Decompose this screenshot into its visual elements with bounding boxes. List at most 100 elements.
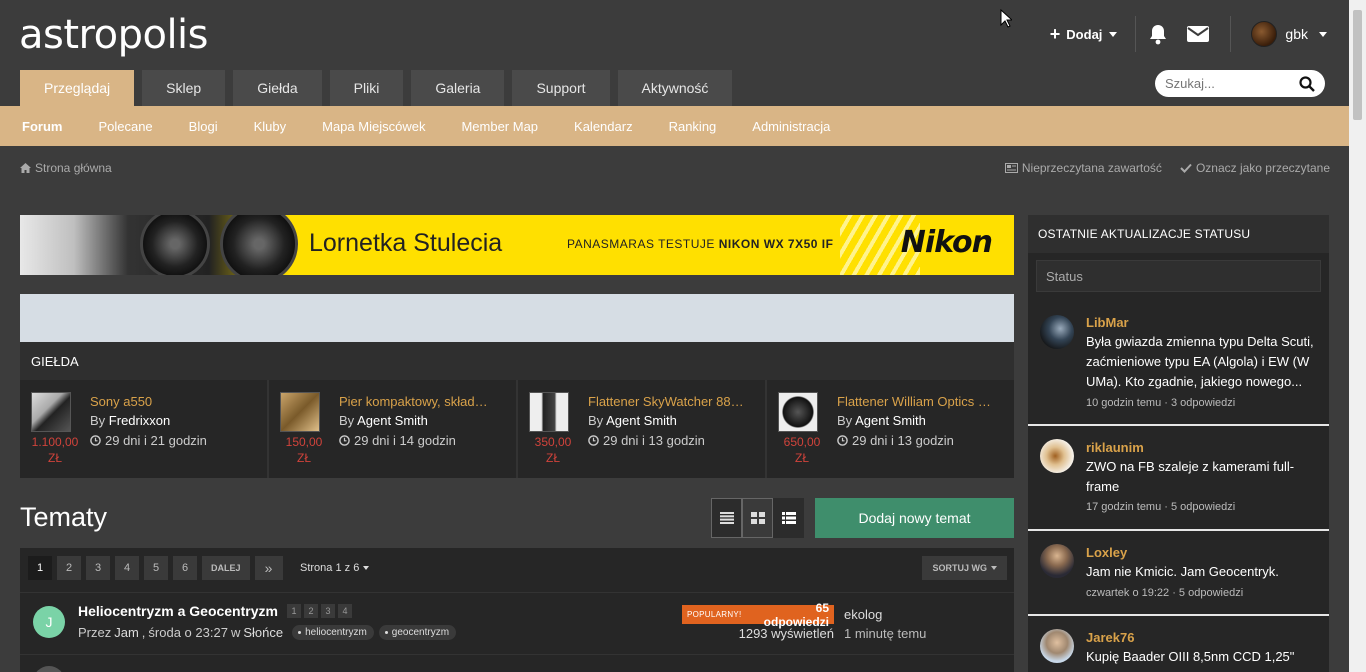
avatar[interactable]: J [33,606,65,638]
avatar[interactable] [33,666,65,672]
marketplace-heading: GIEŁDA [20,342,1014,380]
topic-page-4[interactable]: 4 [337,604,352,618]
clock-icon [837,435,848,446]
subnav-kluby[interactable]: Kluby [254,119,287,134]
page-1[interactable]: 1 [28,556,52,580]
status-author[interactable]: LibMar [1086,315,1129,330]
tab-gielda[interactable]: Giełda [233,70,322,106]
topic-author[interactable]: Jam [114,625,139,640]
item-thumbnail[interactable] [529,392,569,432]
breadcrumb-home[interactable]: Strona główna [20,161,112,175]
page-2[interactable]: 2 [57,556,81,580]
topic-forum[interactable]: Słońce [243,625,283,640]
site-logo[interactable]: astropolis [19,12,209,58]
subnav-polecane[interactable]: Polecane [98,119,152,134]
author-link[interactable]: Agent Smith [606,413,677,428]
status-meta[interactable]: 10 godzin temu · 3 odpowiedzi [1086,397,1235,409]
tab-sklep[interactable]: Sklep [142,70,226,106]
status-meta[interactable]: 17 godzin temu · 5 odpowiedzi [1086,501,1235,513]
table-row[interactable] [20,654,1014,672]
page-scrollbar[interactable] [1349,0,1366,672]
banner-title: Lornetka Stulecia [309,229,503,257]
table-view-button[interactable] [773,498,804,538]
search-box [1155,70,1325,97]
page-5[interactable]: 5 [144,556,168,580]
advertisement-banner[interactable]: Lornetka Stulecia PANASMARAS TESTUJE NIK… [20,215,1014,275]
tab-support[interactable]: Support [512,70,610,106]
item-title[interactable]: Flattener William Optics … [837,394,991,409]
page-jump[interactable]: Strona 1 z 6 [300,562,370,574]
avatar[interactable] [1040,439,1074,473]
topic-list: 1 2 3 4 5 6 DALEJ » Strona 1 z 6 SORTUJ … [20,548,1014,672]
add-button[interactable]: + Dodaj [1050,24,1136,45]
marketplace-item[interactable]: 150,00 ZŁ Pier kompaktowy, skład… By Agen… [269,380,518,478]
item-title[interactable]: Flattener SkyWatcher 88… [588,394,744,409]
last-post-time[interactable]: 1 minutę temu [844,624,926,643]
item-title[interactable]: Sony a550 [90,394,152,409]
topic-title-link[interactable]: Heliocentryzm a Geocentryzm [78,603,278,619]
tab-galeria[interactable]: Galeria [411,70,505,106]
page-4[interactable]: 4 [115,556,139,580]
table-row[interactable]: J Heliocentryzm a Geocentryzm 1 2 3 4 Pr… [20,592,1014,654]
subnav-ranking[interactable]: Ranking [669,119,717,134]
last-post-user[interactable]: ekolog [844,605,926,624]
item-title[interactable]: Pier kompaktowy, skład… [339,394,488,409]
tab-przegladaj[interactable]: Przeglądaj [20,70,135,106]
messages-button[interactable] [1180,26,1216,42]
subnav-kalendarz[interactable]: Kalendarz [574,119,633,134]
status-input[interactable]: Status [1036,260,1321,292]
tag[interactable]: heliocentryzm [292,625,374,640]
avatar[interactable] [1040,629,1074,663]
search-icon[interactable] [1299,75,1315,92]
author-link[interactable]: Agent Smith [357,413,428,428]
home-icon [20,163,31,173]
page-6[interactable]: 6 [173,556,197,580]
item-thumbnail[interactable] [280,392,320,432]
avatar[interactable] [1040,544,1074,578]
marketplace-item[interactable]: 650,00 ZŁ Flattener William Optics … By A… [767,380,1014,478]
search-input[interactable] [1165,76,1295,91]
subnav-blogi[interactable]: Blogi [189,119,218,134]
item-thumbnail[interactable] [778,392,818,432]
next-page-button[interactable]: DALEJ [202,556,250,580]
marketplace-item[interactable]: 350,00 ZŁ Flattener SkyWatcher 88… By Age… [518,380,767,478]
add-topic-button[interactable]: Dodaj nowy temat [815,498,1014,538]
add-label: Dodaj [1066,26,1103,42]
subnav-mapa-miejscowek[interactable]: Mapa Miejscówek [322,119,425,134]
status-author[interactable]: riklaunim [1086,440,1144,455]
unread-content-link[interactable]: Nieprzeczytana zawartość [1004,161,1162,175]
grid-view-button[interactable] [742,498,773,538]
item-time: 29 dni i 14 godzin [339,433,456,448]
author-link[interactable]: Agent Smith [855,413,926,428]
page-3[interactable]: 3 [86,556,110,580]
status-meta[interactable]: czwartek o 19:22 · 5 odpowiedzi [1086,587,1243,599]
status-update: Jarek76 Kupię Baader OIII 8,5nm CCD 1,25… [1028,616,1329,672]
status-author[interactable]: Jarek76 [1086,630,1134,645]
topic-page-3[interactable]: 3 [320,604,335,618]
marketplace-item[interactable]: 1.100,00 ZŁ Sony a550 By Fredrixxon 29 dn… [20,380,269,478]
item-time: 29 dni i 21 godzin [90,433,207,448]
tag[interactable]: geocentryzm [378,625,457,640]
tab-pliki[interactable]: Pliki [329,70,404,106]
user-menu[interactable]: gbk [1231,21,1327,47]
scrollbar-thumb[interactable] [1353,10,1362,120]
avatar[interactable] [1040,315,1074,349]
item-author: By Agent Smith [588,413,677,428]
author-link[interactable]: Fredrixxon [109,413,170,428]
status-update: riklaunim ZWO na FB szaleje z kamerami f… [1028,426,1329,531]
notifications-button[interactable] [1136,24,1180,45]
subnav-administracja[interactable]: Administracja [752,119,830,134]
status-updates-widget: OSTATNIE AKTUALIZACJE STATUSU Status Lib… [1028,215,1329,672]
topic-page-2[interactable]: 2 [303,604,318,618]
topic-page-1[interactable]: 1 [286,604,301,618]
item-price: 350,00 ZŁ [534,435,572,465]
tab-aktywnosc[interactable]: Aktywność [617,70,733,106]
subnav-forum[interactable]: Forum [22,119,62,134]
item-thumbnail[interactable] [31,392,71,432]
sort-button[interactable]: SORTUJ WG [922,556,1007,580]
status-author[interactable]: Loxley [1086,545,1127,560]
last-page-button[interactable]: » [254,556,283,580]
list-view-button[interactable] [711,498,742,538]
mark-read-link[interactable]: Oznacz jako przeczytane [1180,161,1330,175]
subnav-member-map[interactable]: Member Map [461,119,538,134]
